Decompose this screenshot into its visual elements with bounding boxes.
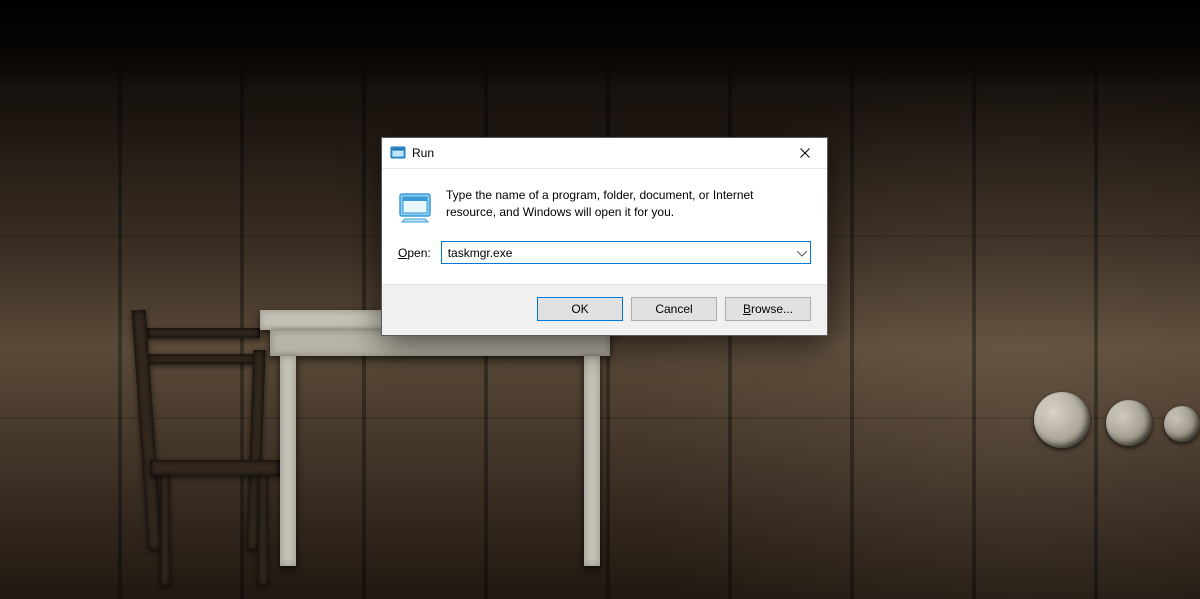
open-row: Open: bbox=[382, 233, 827, 284]
wallpaper-lid bbox=[1164, 406, 1200, 442]
button-row: OK Cancel Browse... bbox=[382, 284, 827, 335]
wallpaper-texture bbox=[0, 0, 1200, 90]
wallpaper-lid bbox=[1106, 400, 1152, 446]
ok-button[interactable]: OK bbox=[537, 297, 623, 321]
wallpaper-table bbox=[260, 310, 620, 570]
run-dialog: Run Type the name of a program, folder, … bbox=[381, 137, 828, 336]
desktop-wallpaper: Run Type the name of a program, folder, … bbox=[0, 0, 1200, 599]
open-combobox[interactable] bbox=[441, 241, 811, 264]
run-large-icon bbox=[398, 189, 432, 223]
wallpaper-lid bbox=[1034, 392, 1090, 448]
dialog-description: Type the name of a program, folder, docu… bbox=[446, 187, 786, 223]
browse-button[interactable]: Browse... bbox=[725, 297, 811, 321]
open-input[interactable] bbox=[441, 241, 811, 264]
dialog-title: Run bbox=[412, 146, 434, 160]
run-app-icon bbox=[390, 145, 406, 161]
close-button[interactable] bbox=[782, 138, 827, 168]
titlebar[interactable]: Run bbox=[382, 138, 827, 169]
close-icon bbox=[800, 148, 810, 158]
open-label: Open: bbox=[398, 246, 431, 260]
dialog-body: Type the name of a program, folder, docu… bbox=[382, 169, 827, 233]
cancel-button[interactable]: Cancel bbox=[631, 297, 717, 321]
